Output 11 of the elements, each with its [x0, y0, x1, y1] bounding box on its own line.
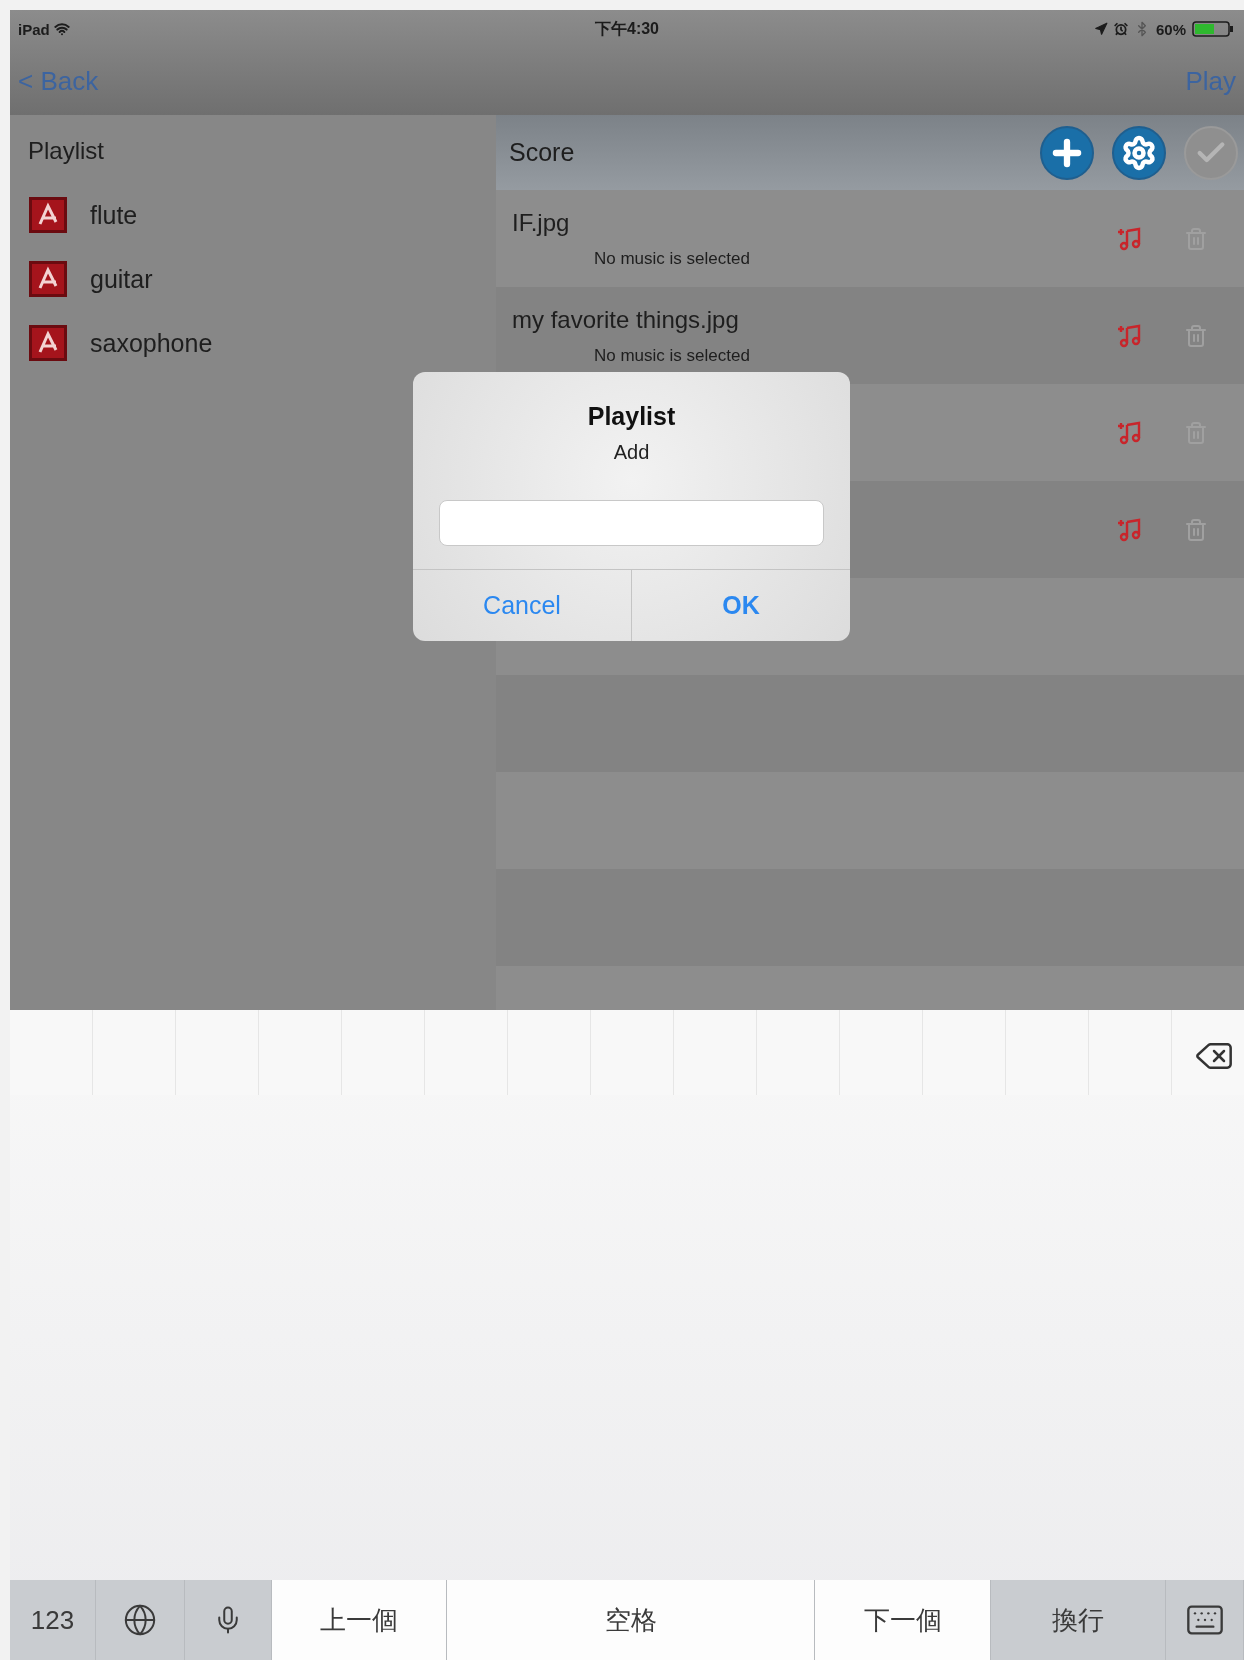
device-name: iPad [18, 20, 70, 38]
dialog-title: Playlist [587, 402, 676, 431]
dialog-message: Add [613, 441, 650, 464]
file-name: my favorite things.jpg [512, 305, 739, 334]
playlist-title: Playlist [27, 136, 106, 166]
battery-percent: 60% [1155, 20, 1186, 38]
music-status: No music is selected [594, 248, 750, 269]
file-name: IF.jpg [512, 208, 570, 237]
clock-time: 下午4:30 [595, 18, 659, 39]
music-status: No music is selected [594, 345, 750, 366]
score-title: Score [509, 138, 575, 167]
